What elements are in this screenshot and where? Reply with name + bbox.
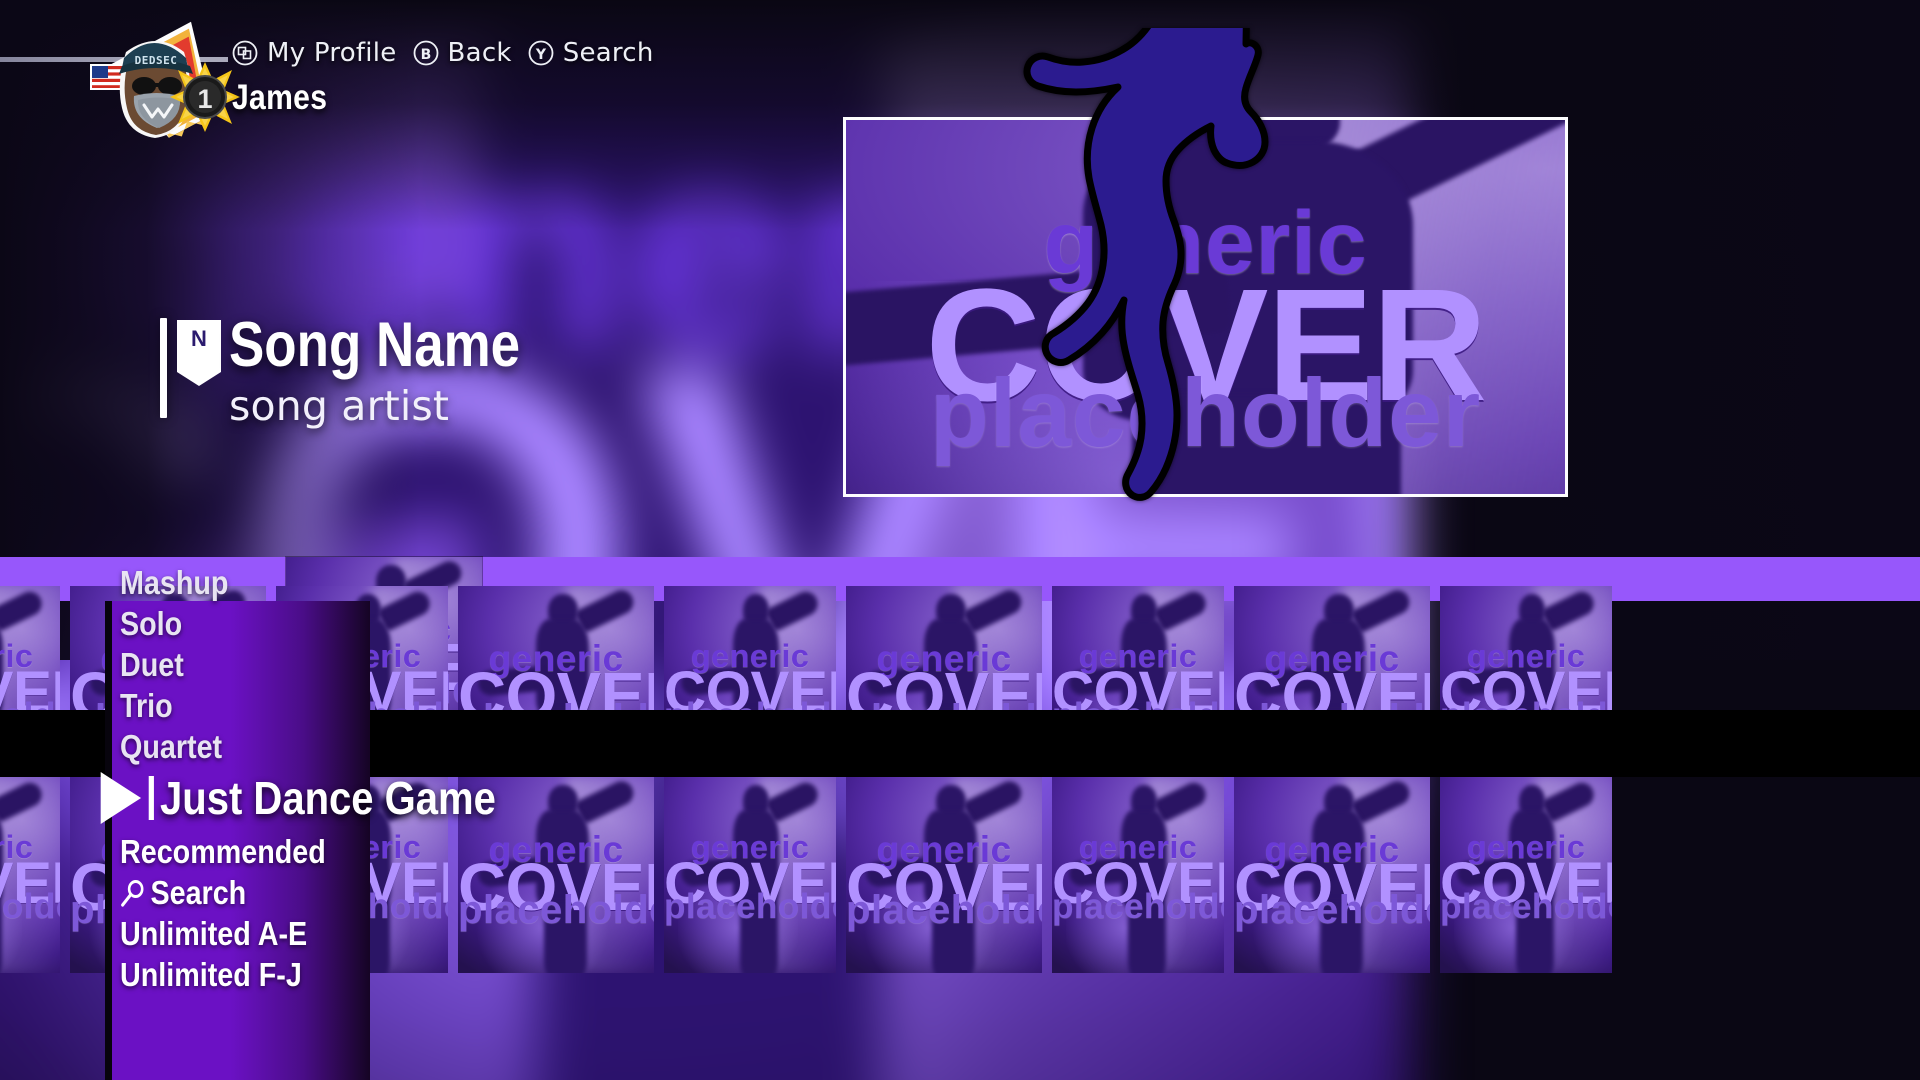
search-label: Search bbox=[562, 38, 654, 68]
song-preview-panel[interactable]: generic COVER placeholder bbox=[843, 117, 1568, 497]
header-button-hints: My Profile B Back Y Search bbox=[232, 38, 654, 68]
menu-item-just-dance-game-selected[interactable]: Just Dance Game bbox=[100, 772, 990, 824]
song-name: Song Name bbox=[229, 310, 521, 380]
menu-item-unlimited-a-e[interactable]: Unlimited A-E bbox=[120, 917, 990, 950]
now-playing-title-block: N Song Name song artist bbox=[160, 310, 576, 430]
menu-item-mashup[interactable]: Mashup bbox=[120, 566, 990, 599]
menu-item-recommended[interactable]: Recommended bbox=[120, 835, 990, 868]
menu-item-trio[interactable]: Trio bbox=[120, 689, 990, 722]
tile-line-3: placeholder bbox=[1234, 886, 1430, 932]
svg-text:1: 1 bbox=[197, 84, 212, 114]
back-button[interactable]: B Back bbox=[413, 38, 512, 68]
tile-line-3: placeholder bbox=[1440, 886, 1612, 926]
game-song-select-screen: generic COVER placeholder generic COVER … bbox=[0, 0, 1920, 1080]
y-button-icon: Y bbox=[528, 40, 554, 66]
menu-item-unlimited-f-j[interactable]: Unlimited F-J bbox=[120, 958, 990, 991]
play-triangle-icon bbox=[100, 772, 142, 824]
search-icon bbox=[120, 878, 146, 908]
my-profile-label: My Profile bbox=[267, 38, 397, 68]
preview-cover-line-3: placeholder bbox=[929, 360, 1482, 468]
view-button-icon bbox=[232, 40, 258, 66]
song-artist: song artist bbox=[229, 381, 450, 430]
song-cover-tile[interactable]: genericCOVERplaceholder bbox=[1440, 777, 1612, 973]
menu-item-search[interactable]: Search bbox=[120, 876, 990, 909]
level-badge: 1 bbox=[170, 62, 240, 132]
menu-item-quartet[interactable]: Quartet bbox=[120, 730, 990, 763]
username: James bbox=[232, 78, 328, 117]
song-cover-tile[interactable]: genericCOVERplaceholder bbox=[1234, 777, 1430, 973]
back-label: Back bbox=[447, 38, 512, 68]
title-accent-bar bbox=[160, 318, 167, 418]
new-ribbon-icon: N bbox=[177, 320, 221, 386]
selected-accent-bar bbox=[148, 776, 154, 820]
category-menu-list: Mashup Solo Duet Trio Quartet Just Dance… bbox=[100, 566, 1120, 999]
song-cover-tile[interactable]: genericCOVERplaceholder bbox=[0, 777, 60, 973]
menu-left-edge bbox=[105, 601, 112, 1080]
tile-line-3: placeholder bbox=[0, 886, 60, 926]
my-profile-button[interactable]: My Profile bbox=[232, 38, 397, 68]
menu-item-duet[interactable]: Duet bbox=[120, 648, 990, 681]
search-button[interactable]: Y Search bbox=[528, 38, 654, 68]
menu-item-search-label: Search bbox=[150, 874, 247, 911]
svg-text:B: B bbox=[420, 47, 431, 63]
svg-text:Y: Y bbox=[535, 47, 547, 63]
preview-cover-art: generic COVER placeholder bbox=[846, 120, 1565, 494]
svg-text:N: N bbox=[191, 326, 207, 351]
menu-item-selected-label: Just Dance Game bbox=[160, 772, 496, 824]
menu-item-solo[interactable]: Solo bbox=[120, 607, 990, 640]
b-button-icon: B bbox=[413, 40, 439, 66]
